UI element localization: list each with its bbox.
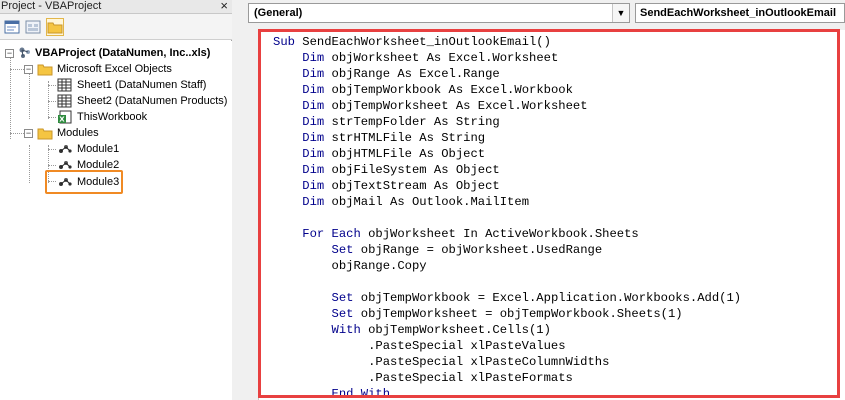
view-object-icon bbox=[25, 20, 41, 34]
collapse-icon[interactable]: − bbox=[24, 129, 33, 138]
folder-icon bbox=[37, 128, 53, 140]
view-object-button[interactable] bbox=[24, 18, 42, 36]
tree-item-sheet1[interactable]: Sheet1 (DataNumen Staff) bbox=[0, 77, 232, 93]
collapse-icon[interactable]: − bbox=[24, 65, 33, 74]
worksheet-icon bbox=[57, 94, 72, 108]
collapse-icon[interactable]: − bbox=[5, 49, 14, 58]
tree-label: VBAProject (DataNumen, Inc..xls) bbox=[35, 47, 211, 59]
project-toolbar bbox=[0, 14, 232, 40]
view-code-icon bbox=[4, 20, 20, 34]
chevron-down-icon[interactable]: ▼ bbox=[612, 4, 629, 22]
project-explorer-pane: Project - VBAProject × − VBAProject (Dat… bbox=[0, 0, 232, 400]
module-icon bbox=[59, 145, 72, 153]
tree-label: Microsoft Excel Objects bbox=[57, 63, 172, 75]
object-dropdown[interactable]: (General) ▼ bbox=[248, 3, 630, 23]
vbaproject-icon bbox=[19, 47, 30, 58]
procedure-dropdown-value: SendEachWorksheet_inOutlookEmail bbox=[640, 7, 837, 19]
tree-label: Modules bbox=[57, 127, 99, 139]
project-tree: − VBAProject (DataNumen, Inc..xls) − Mic… bbox=[0, 41, 232, 400]
tree-item-modules[interactable]: − Modules bbox=[0, 125, 232, 141]
tree-label: Sheet2 (DataNumen Products) bbox=[77, 95, 228, 107]
project-title: Project - VBAProject bbox=[1, 0, 102, 12]
code-highlight-box bbox=[258, 29, 840, 398]
procedure-dropdown[interactable]: SendEachWorksheet_inOutlookEmail bbox=[635, 3, 845, 23]
project-titlebar: Project - VBAProject × bbox=[0, 0, 232, 14]
tree-label: Module1 bbox=[77, 143, 120, 155]
svg-text:X: X bbox=[59, 116, 65, 124]
module3-highlight-box bbox=[45, 170, 123, 194]
toggle-folders-button[interactable] bbox=[46, 18, 64, 36]
tree-item-thisworkbook[interactable]: X ThisWorkbook bbox=[0, 109, 232, 125]
worksheet-icon bbox=[57, 78, 72, 92]
view-code-button[interactable] bbox=[3, 18, 21, 36]
workbook-icon: X bbox=[58, 110, 72, 124]
tree-item-excel-objects[interactable]: − Microsoft Excel Objects bbox=[0, 61, 232, 77]
folder-icon bbox=[37, 64, 53, 76]
folder-icon bbox=[47, 22, 63, 34]
tree-item-vbaproject[interactable]: − VBAProject (DataNumen, Inc..xls) bbox=[0, 45, 232, 61]
tree-label: ThisWorkbook bbox=[77, 111, 148, 123]
tree-item-sheet2[interactable]: Sheet2 (DataNumen Products) bbox=[0, 93, 232, 109]
close-icon[interactable]: × bbox=[220, 0, 228, 13]
object-dropdown-value: (General) bbox=[254, 7, 303, 19]
tree-label: Sheet1 (DataNumen Staff) bbox=[77, 79, 207, 91]
procedure-bar: (General) ▼ SendEachWorksheet_inOutlookE… bbox=[238, 0, 845, 26]
tree-item-module1[interactable]: Module1 bbox=[0, 141, 232, 157]
